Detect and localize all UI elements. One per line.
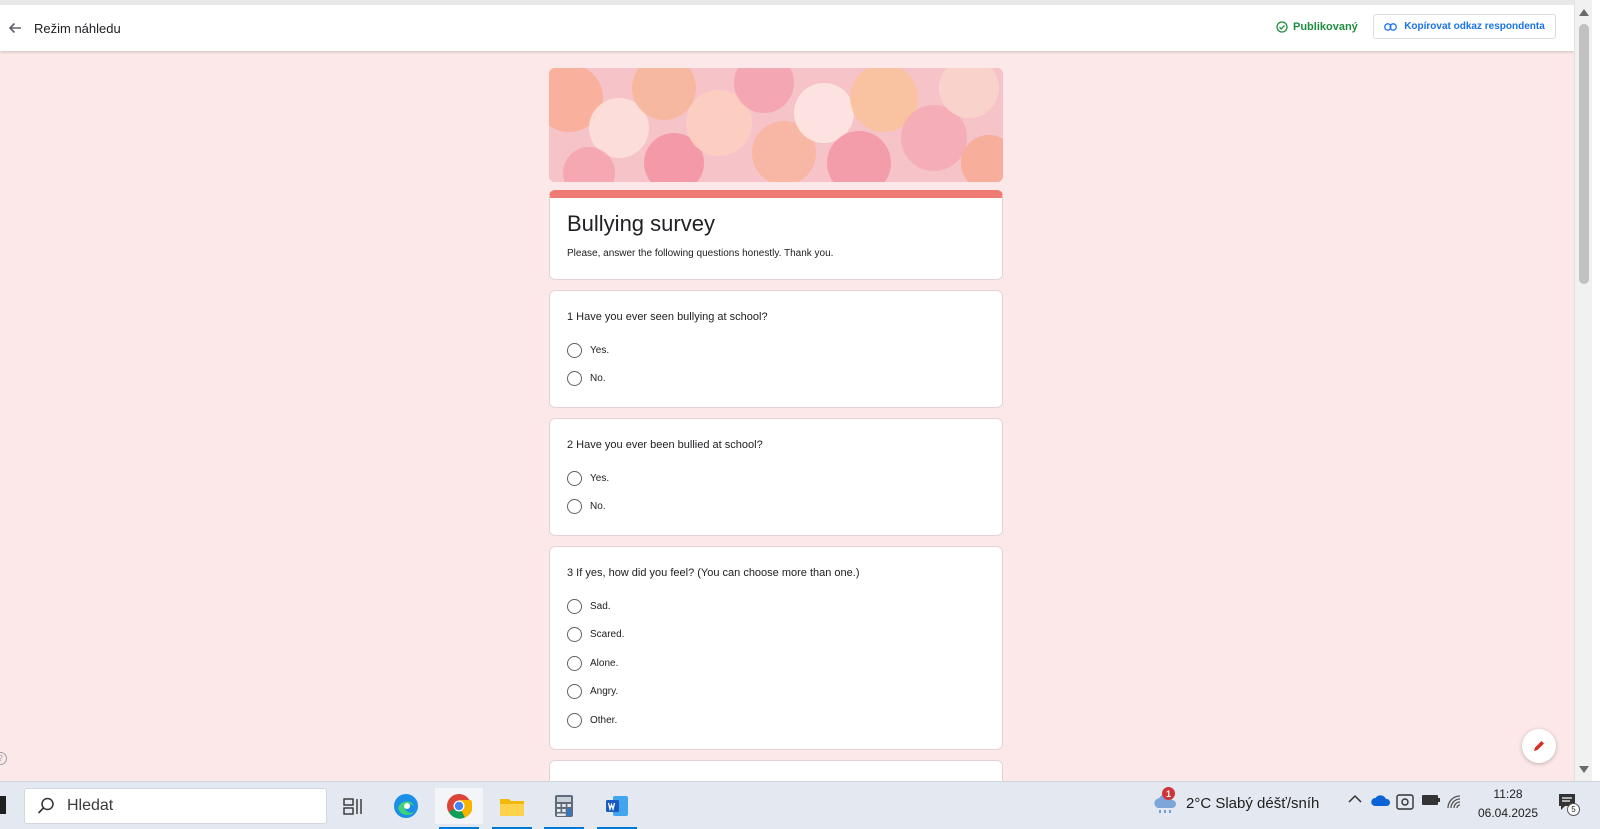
radio-option[interactable]: No. — [567, 493, 984, 522]
radio-option[interactable]: No. — [567, 365, 984, 394]
chrome-browser-icon[interactable] — [435, 788, 483, 829]
network-drive-icon[interactable] — [1396, 794, 1414, 810]
status-label: Publikovaný — [1293, 21, 1358, 33]
radio-option[interactable]: Yes. — [567, 464, 984, 493]
radio-button[interactable] — [567, 371, 582, 387]
pencil-icon — [1534, 741, 1544, 751]
show-hidden-icons-chevron-icon[interactable] — [1348, 794, 1362, 804]
radio-option[interactable]: Scared. — [567, 621, 984, 650]
option-label: No. — [590, 501, 606, 513]
radio-option[interactable]: Sad. — [567, 592, 984, 621]
option-label: Scared. — [590, 629, 625, 641]
form-description: Please, answer the following questions h… — [567, 248, 834, 259]
clock-time: 11:28 — [1493, 787, 1523, 801]
edit-form-button[interactable] — [1522, 729, 1556, 763]
notification-count-badge: 5 — [1567, 803, 1580, 816]
radio-button[interactable] — [567, 598, 582, 614]
radio-button[interactable] — [567, 627, 582, 643]
windows-taskbar: Hledat 1 2°C Slabý déšť/sníh 11:28 06.04… — [0, 781, 1600, 829]
search-icon — [37, 797, 54, 814]
radio-option[interactable]: Yes. — [567, 336, 984, 365]
check-circle-icon — [1276, 21, 1288, 33]
question-text: 1 Have you ever seen bullying at school? — [567, 311, 768, 323]
preview-mode-title: Režim náhledu — [34, 20, 121, 36]
radio-button[interactable] — [567, 712, 582, 728]
option-label: Sad. — [590, 600, 611, 612]
help-icon[interactable]: ? — [0, 752, 7, 765]
onedrive-cloud-icon[interactable] — [1371, 794, 1391, 807]
calculator-icon[interactable] — [540, 788, 588, 829]
option-label: Angry. — [590, 686, 619, 698]
radio-button[interactable] — [567, 684, 582, 700]
question-card: 2 Have you ever been bullied at school? … — [549, 418, 1003, 536]
question-text: 3 If yes, how did you feel? (You can cho… — [567, 567, 860, 579]
scroll-thumb[interactable] — [1579, 24, 1589, 284]
search-placeholder: Hledat — [67, 797, 114, 814]
form-column: Bullying survey Please, answer the follo… — [549, 68, 1003, 750]
top-app-bar: Režim náhledu Publikovaný Kopírovat odka… — [0, 0, 1574, 51]
scroll-down-arrow-icon[interactable] — [1579, 766, 1589, 773]
header-banner-image — [549, 68, 1003, 182]
option-list: Yes. No. — [567, 336, 984, 393]
edge-browser-icon[interactable] — [382, 788, 430, 824]
copy-link-label: Kopírovat odkaz respondenta — [1404, 21, 1545, 32]
radio-option[interactable]: Angry. — [567, 678, 984, 707]
task-view-icon[interactable] — [329, 788, 377, 824]
published-status: Publikovaný — [1276, 21, 1358, 33]
weather-widget[interactable]: 1 2°C Slabý déšť/sníh — [1152, 787, 1320, 814]
form-title-card: Bullying survey Please, answer the follo… — [549, 190, 1003, 280]
weather-text: 2°C Slabý déšť/sníh — [1186, 794, 1320, 812]
window-edge — [1592, 0, 1600, 781]
radio-button[interactable] — [567, 655, 582, 671]
question-card: 3 If yes, how did you feel? (You can cho… — [549, 546, 1003, 750]
option-label: Other. — [590, 714, 618, 726]
radio-option[interactable]: Other. — [567, 706, 984, 735]
copy-respondent-link-button[interactable]: Kopírovat odkaz respondenta — [1373, 14, 1556, 39]
taskbar-search-box[interactable]: Hledat — [24, 788, 327, 824]
battery-icon[interactable] — [1421, 794, 1441, 806]
file-explorer-icon[interactable] — [488, 788, 536, 829]
form-title: Bullying survey — [567, 211, 715, 236]
back-arrow-icon[interactable] — [2, 15, 28, 41]
link-icon — [1384, 22, 1398, 31]
vertical-scrollbar[interactable] — [1574, 0, 1592, 781]
weather-alert-badge: 1 — [1162, 787, 1175, 800]
option-list: Sad. Scared. Alone. Angry. Other. — [567, 592, 984, 735]
option-label: Yes. — [590, 344, 610, 356]
clock-date: 06.04.2025 — [1477, 806, 1539, 820]
option-label: No. — [590, 373, 606, 385]
option-label: Yes. — [590, 472, 610, 484]
start-button[interactable] — [0, 796, 6, 814]
question-text: 2 Have you ever been bullied at school? — [567, 439, 763, 451]
wifi-icon[interactable] — [1446, 794, 1464, 810]
option-list: Yes. No. — [567, 464, 984, 521]
notification-center-icon[interactable]: 5 — [1557, 792, 1580, 817]
scroll-up-arrow-icon[interactable] — [1579, 9, 1589, 16]
word-icon[interactable] — [593, 788, 641, 829]
radio-button[interactable] — [567, 342, 582, 358]
radio-button[interactable] — [567, 470, 582, 486]
radio-button[interactable] — [567, 499, 582, 515]
option-label: Alone. — [590, 657, 619, 669]
question-card: 1 Have you ever seen bullying at school?… — [549, 290, 1003, 408]
radio-option[interactable]: Alone. — [567, 649, 984, 678]
taskbar-clock[interactable]: 11:28 06.04.2025 — [1473, 785, 1543, 823]
